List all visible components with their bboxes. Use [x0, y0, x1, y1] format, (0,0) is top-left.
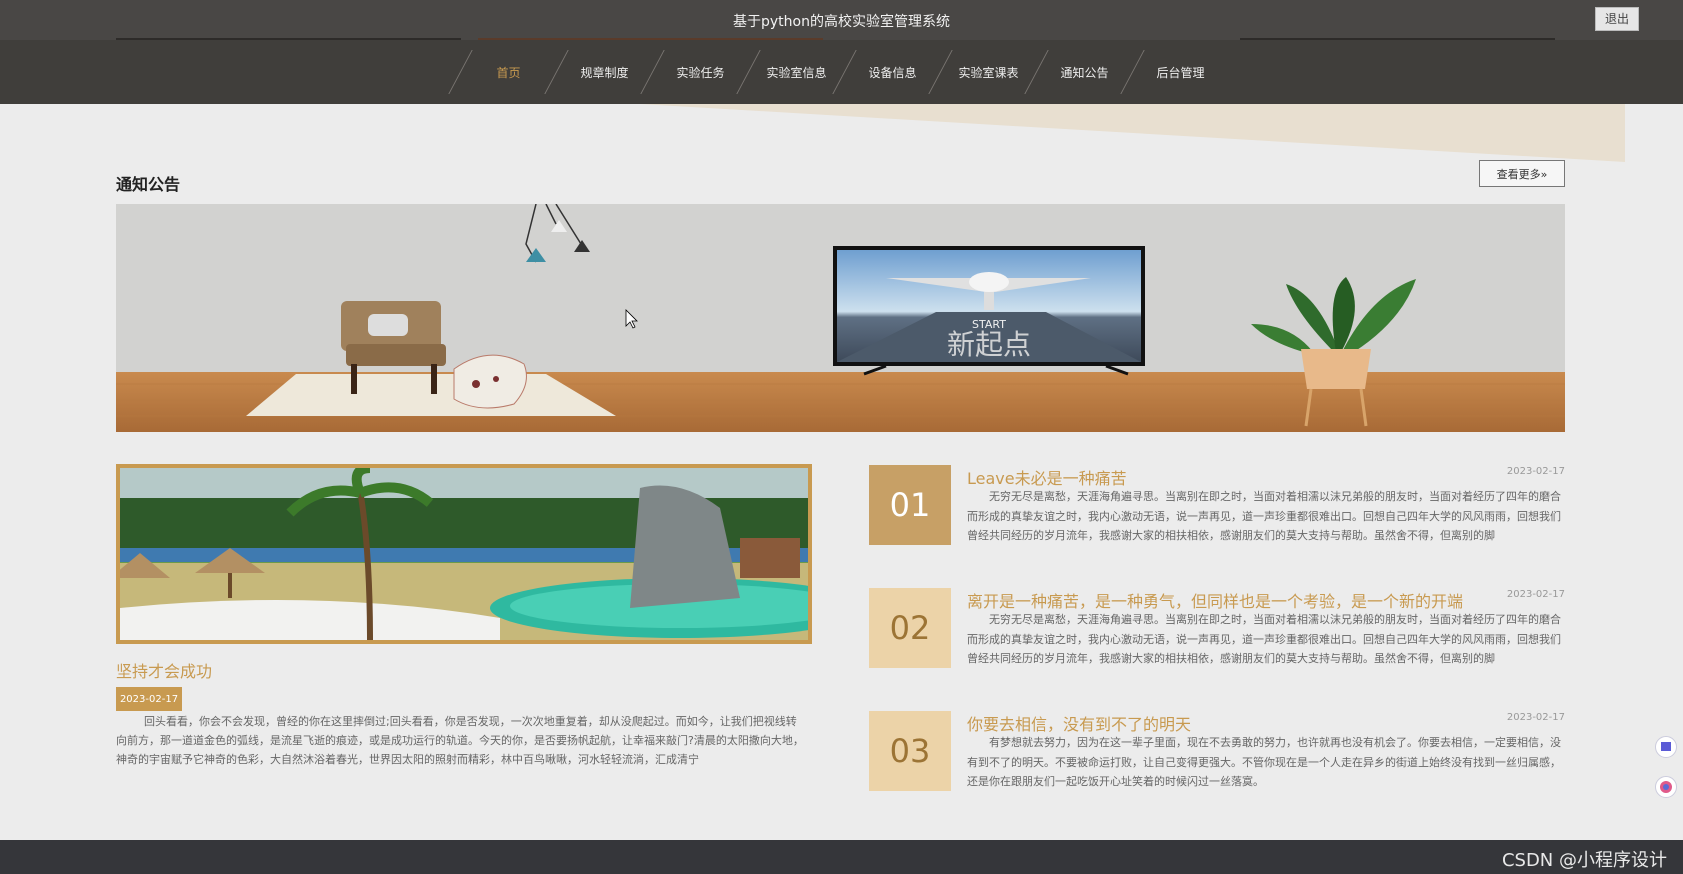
notice-excerpt: 有梦想就去努力，因为在这一辈子里面，现在不去勇敢的努力，也许就再也没有机会了。你…: [967, 736, 1561, 788]
view-more-button[interactable]: 查看更多»: [1479, 160, 1565, 187]
decorative-wedge: [640, 104, 1625, 162]
reader-icon[interactable]: [1655, 736, 1677, 758]
notice-title[interactable]: 离开是一种痛苦，是一种勇气，但同样也是一个考验，是一个新的开端: [967, 588, 1463, 612]
notice-title[interactable]: 你要去相信，没有到不了的明天: [967, 711, 1191, 735]
notice-date: 2023-02-17: [1506, 589, 1565, 600]
notice-item[interactable]: 01 Leave未必是一种痛苦 2023-02-17 无穷无尽是离愁，天涯海角遍…: [869, 465, 1565, 547]
watermark: CSDN @小程序设计: [1501, 850, 1667, 871]
resort-illustration: [120, 468, 808, 640]
featured-excerpt: 回头看看，你会不会发现，曾经的你在这里摔倒过;回头看看，你是否发现，一次次地重复…: [116, 715, 804, 766]
footer: CSDN @小程序设计: [0, 840, 1683, 874]
section-title: 通知公告: [116, 175, 181, 194]
featured-date-badge: 2023-02-17: [116, 687, 182, 711]
nav-item-lab-info[interactable]: 实验室信息: [749, 40, 844, 104]
notice-number: 03: [869, 711, 951, 791]
nav-bar: 首页 规章制度 实验任务 实验室信息 设备信息 实验室课表 通知公告 后台管理: [0, 40, 1683, 104]
banner-image[interactable]: START 新起点: [116, 204, 1565, 432]
featured-image[interactable]: [116, 464, 812, 644]
notice-item[interactable]: 02 离开是一种痛苦，是一种勇气，但同样也是一个考验，是一个新的开端 2023-…: [869, 588, 1565, 670]
featured-title[interactable]: 坚持才会成功: [116, 658, 212, 682]
notice-excerpt: 无穷无尽是离愁，天涯海角遍寻思。当离别在即之时，当面对着相濡以沫兄弟般的朋友时，…: [967, 490, 1561, 542]
main-nav: 首页 规章制度 实验任务 实验室信息 设备信息 实验室课表 通知公告 后台管理: [448, 40, 1228, 104]
notice-date: 2023-02-17: [1506, 712, 1565, 723]
notice-excerpt: 无穷无尽是离愁，天涯海角遍寻思。当离别在即之时，当面对着相濡以沫兄弟般的朋友时，…: [967, 613, 1561, 665]
banner-illustration: START 新起点: [116, 204, 1565, 432]
nav-item-admin[interactable]: 后台管理: [1133, 40, 1228, 104]
tv-illustration: START 新起点: [833, 246, 1145, 376]
assistant-icon[interactable]: [1655, 776, 1677, 798]
top-bar: 基于python的高校实验室管理系统 退出: [0, 0, 1683, 40]
notice-date: 2023-02-17: [1506, 466, 1565, 477]
nav-item-equipment[interactable]: 设备信息: [845, 40, 940, 104]
nav-item-home[interactable]: 首页: [461, 40, 556, 104]
site-title: 基于python的高校实验室管理系统: [733, 14, 950, 30]
notice-number: 01: [869, 465, 951, 545]
notice-number: 02: [869, 588, 951, 668]
logout-button[interactable]: 退出: [1595, 7, 1639, 31]
notice-item[interactable]: 03 你要去相信，没有到不了的明天 2023-02-17 有梦想就去努力，因为在…: [869, 711, 1565, 793]
notice-title[interactable]: Leave未必是一种痛苦: [967, 465, 1127, 489]
nav-item-tasks[interactable]: 实验任务: [653, 40, 748, 104]
nav-item-rules[interactable]: 规章制度: [557, 40, 652, 104]
nav-item-schedule[interactable]: 实验室课表: [941, 40, 1036, 104]
tv-caption-cn: 新起点: [947, 328, 1031, 361]
nav-item-notices[interactable]: 通知公告: [1037, 40, 1132, 104]
